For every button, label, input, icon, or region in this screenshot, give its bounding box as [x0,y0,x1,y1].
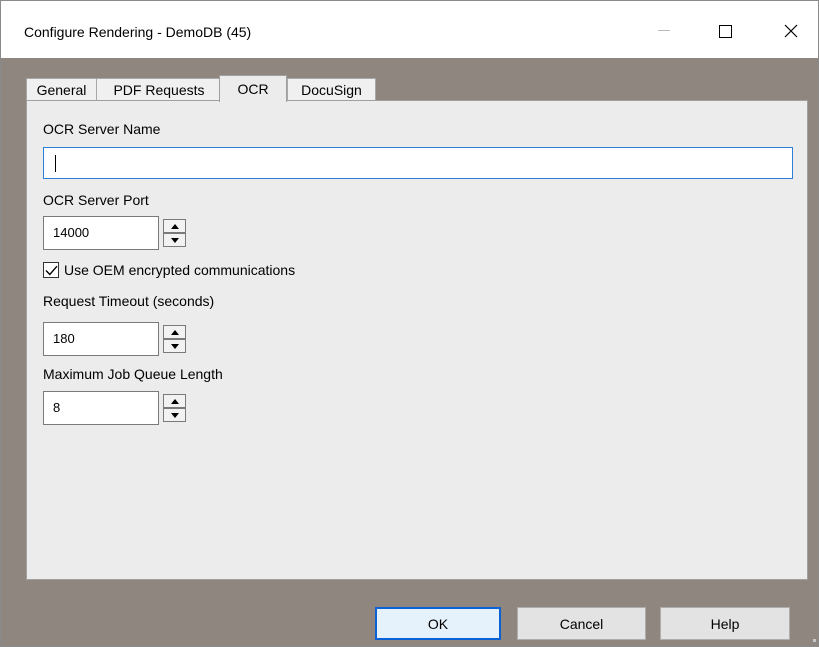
arrow-up-icon [170,398,179,404]
text-caret [55,155,56,172]
ok-button[interactable]: OK [375,607,501,640]
timeout-increment-button[interactable] [163,325,186,339]
arrow-up-icon [170,223,179,229]
maximize-icon [718,24,732,38]
ocr-server-port-input[interactable]: 14000 [43,216,159,250]
tab-docusign[interactable]: DocuSign [287,78,376,101]
max-job-queue-label: Maximum Job Queue Length [43,366,223,382]
resize-grip[interactable] [813,639,816,642]
ocr-server-port-label: OCR Server Port [43,192,149,208]
use-oem-encrypted-label: Use OEM encrypted communications [64,262,296,278]
arrow-up-icon [170,329,179,335]
close-button[interactable] [768,11,814,51]
request-timeout-input[interactable]: 180 [43,322,159,356]
request-timeout-label: Request Timeout (seconds) [43,293,215,309]
max-job-queue-input[interactable]: 8 [43,391,159,425]
tab-pdf-requests-label: PDF Requests [113,82,205,98]
tab-ocr-label: OCR [237,81,269,97]
arrow-down-icon [170,237,179,243]
queue-decrement-button[interactable] [163,408,186,422]
arrow-down-icon [170,343,179,349]
use-oem-encrypted-option[interactable]: Use OEM encrypted communications [43,260,295,280]
checkmark-icon [44,265,58,276]
ocr-server-port-spinner[interactable]: 14000 [43,216,187,250]
use-oem-encrypted-checkbox[interactable] [43,262,59,278]
minimize-button[interactable] [641,11,687,51]
ocr-tab-panel: OCR Server Name OCR Server Port 14000 Us… [26,100,808,580]
minimize-icon [658,30,670,31]
ocr-server-name-input[interactable] [43,147,793,179]
close-icon [784,24,798,38]
title-bar[interactable]: Configure Rendering - DemoDB (45) [1,1,818,58]
maximize-button[interactable] [702,11,748,51]
port-increment-button[interactable] [163,219,186,233]
arrow-down-icon [170,412,179,418]
timeout-decrement-button[interactable] [163,339,186,353]
window-title: Configure Rendering - DemoDB (45) [24,24,252,40]
tab-ocr[interactable]: OCR [219,75,287,102]
tab-docusign-label: DocuSign [301,82,362,98]
max-job-queue-spinner[interactable]: 8 [43,391,187,425]
request-timeout-spinner[interactable]: 180 [43,322,187,356]
tab-pdf-requests[interactable]: PDF Requests [96,78,222,101]
configure-rendering-dialog: Configure Rendering - DemoDB (45) Genera… [0,0,819,647]
cancel-button[interactable]: Cancel [517,607,646,640]
port-decrement-button[interactable] [163,233,186,247]
ocr-server-name-label: OCR Server Name [43,121,161,137]
help-button[interactable]: Help [660,607,790,640]
tab-general[interactable]: General [26,78,97,101]
tab-general-label: General [36,82,87,98]
queue-increment-button[interactable] [163,394,186,408]
